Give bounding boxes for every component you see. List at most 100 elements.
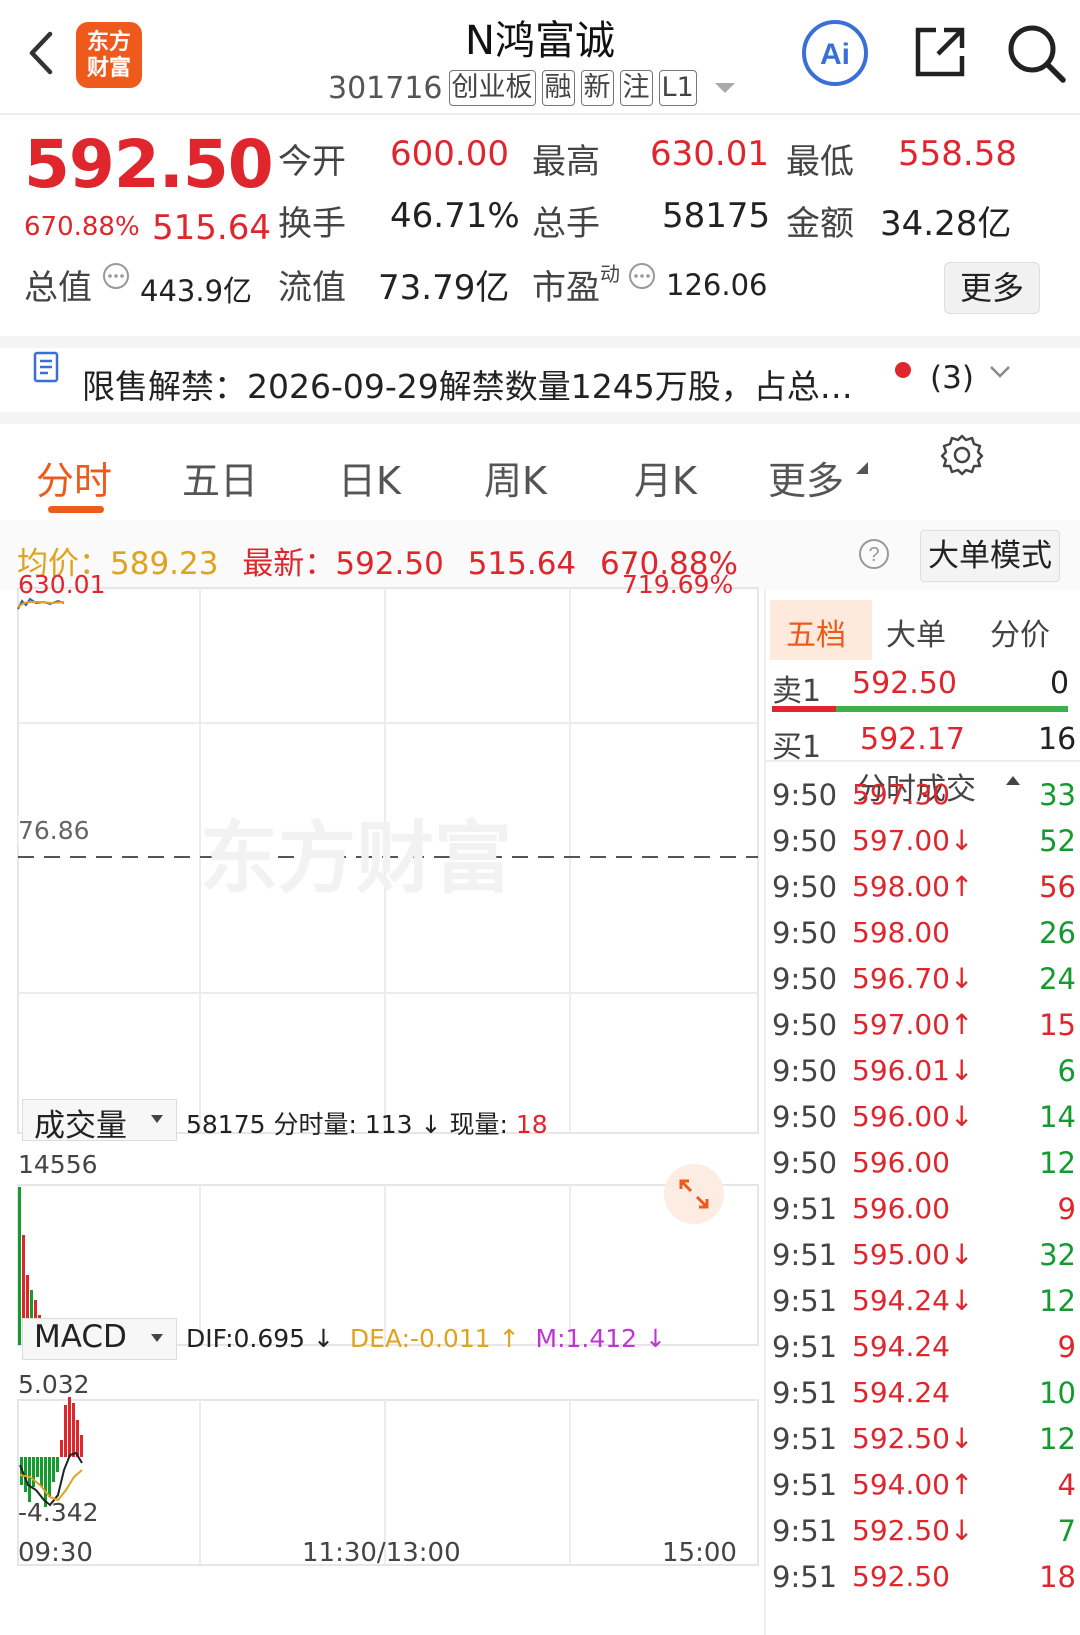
tick-price: 597.30	[852, 778, 950, 811]
active-tab-indicator	[48, 506, 104, 513]
tick-time: 9:51	[772, 1330, 838, 1364]
tick-price: 594.00↑	[852, 1468, 974, 1501]
low-label: 最低	[786, 142, 854, 182]
pe-dynamic-sup: 动	[600, 262, 620, 286]
chart-base-price: 76.86	[18, 816, 90, 845]
stock-subtitle: 301716 创业板 融 新 注 L1	[328, 70, 737, 106]
tick-price: 596.01↓	[852, 1054, 974, 1087]
tick-volume: 7	[1057, 1514, 1076, 1548]
tick-time: 9:50	[772, 916, 838, 950]
float-label: 流值	[278, 268, 346, 308]
float-value: 73.79亿	[378, 268, 510, 308]
tick-price: 594.24↓	[852, 1284, 974, 1317]
sell-ratio-bar	[772, 706, 836, 712]
volume-fs-label: 分时量:	[273, 1110, 357, 1139]
document-icon	[33, 351, 59, 383]
mcap-label: 总值	[24, 268, 92, 308]
tick-volume: 9	[1057, 1330, 1076, 1364]
info-dots-icon[interactable]	[628, 262, 656, 290]
tick-row: 9:50 598.00 26	[772, 916, 1078, 962]
tab-five-levels[interactable]: 五档	[786, 610, 846, 654]
chevron-down-icon[interactable]	[988, 364, 1012, 380]
macd-max: 5.032	[18, 1370, 90, 1399]
tag-board: 创业板	[448, 70, 536, 106]
tick-volume: 56	[1039, 870, 1076, 904]
share-icon[interactable]	[910, 22, 970, 82]
tick-price: 592.50↓	[852, 1514, 974, 1547]
tick-row: 9:51 592.50 18	[772, 1560, 1078, 1606]
tick-row: 9:50 597.30 33	[772, 778, 1078, 824]
avg-value: 589.23	[110, 546, 219, 582]
tick-time: 9:50	[772, 962, 838, 996]
tick-price: 596.00↓	[852, 1100, 974, 1133]
turnover-value: 46.71%	[390, 196, 520, 236]
tick-volume: 26	[1039, 916, 1076, 950]
tick-time: 9:50	[772, 1008, 838, 1042]
macd-m: M:1.412	[535, 1324, 638, 1353]
tick-row: 9:51 596.00 9	[772, 1192, 1078, 1238]
tab-daily-k[interactable]: 日K	[338, 450, 401, 505]
tick-price: 592.50	[852, 1560, 950, 1593]
corner-caret-icon	[856, 462, 868, 474]
time-end: 15:00	[662, 1538, 737, 1568]
gear-icon[interactable]	[940, 432, 984, 476]
last-price: 592.50	[24, 126, 274, 203]
tab-monthly-k[interactable]: 月K	[634, 450, 697, 505]
chart-top-price: 630.01	[18, 570, 106, 599]
latest-change: 515.64	[467, 546, 577, 582]
tag-new: 新	[580, 70, 614, 106]
time-start: 09:30	[18, 1538, 93, 1568]
macd-dif: DIF:0.695	[186, 1324, 306, 1353]
macd-label: MACD	[34, 1319, 127, 1355]
big-order-mode-button[interactable]: 大单模式	[920, 530, 1060, 582]
notice-text[interactable]: 限售解禁：2026-09-29解禁数量1245万股，占总…	[82, 360, 853, 408]
dropdown-caret-icon	[151, 1115, 163, 1123]
tab-big-orders[interactable]: 大单	[886, 610, 946, 654]
info-dots-icon[interactable]	[102, 262, 130, 290]
tick-price: 594.24	[852, 1330, 950, 1363]
tick-time: 9:50	[772, 824, 838, 858]
tick-row: 9:50 596.00 12	[772, 1146, 1078, 1192]
tick-volume: 6	[1057, 1054, 1076, 1088]
volume-now: 18	[515, 1110, 548, 1139]
tick-volume: 9	[1057, 1192, 1076, 1226]
panel-divider	[764, 590, 766, 1635]
ai-assistant-icon[interactable]: Ai	[800, 18, 870, 88]
tag-margin: 融	[541, 70, 575, 106]
tick-volume: 4	[1057, 1468, 1076, 1502]
tab-weekly-k[interactable]: 周K	[484, 450, 547, 505]
tick-volume: 14	[1039, 1100, 1076, 1134]
low-value: 558.58	[898, 134, 1017, 174]
tick-price: 596.00	[852, 1192, 950, 1225]
tab-price-distribution[interactable]: 分价	[990, 610, 1050, 654]
tab-five-day[interactable]: 五日	[182, 450, 258, 505]
tab-more[interactable]: 更多	[768, 450, 844, 505]
svg-text:Ai: Ai	[820, 38, 850, 71]
tab-intraday[interactable]: 分时	[36, 450, 112, 505]
more-quote-button[interactable]: 更多	[944, 262, 1040, 314]
tick-row: 9:50 597.00↑ 15	[772, 1008, 1078, 1054]
tick-volume: 12	[1039, 1146, 1076, 1180]
macd-values: DIF:0.695 ↓ DEA:-0.011 ↑ M:1.412 ↓	[186, 1324, 666, 1353]
tick-time: 9:50	[772, 1146, 838, 1180]
search-icon[interactable]	[1005, 22, 1067, 84]
dropdown-caret-icon	[151, 1334, 163, 1342]
tick-volume: 52	[1039, 824, 1076, 858]
tick-row: 9:51 592.50↓ 7	[772, 1514, 1078, 1560]
tick-row: 9:51 594.00↑ 4	[772, 1468, 1078, 1514]
tick-row: 9:51 592.50↓ 12	[772, 1422, 1078, 1468]
tick-time: 9:50	[772, 1100, 838, 1134]
tick-volume: 24	[1039, 962, 1076, 996]
dropdown-caret-icon[interactable]	[713, 81, 737, 95]
tick-time: 9:51	[772, 1468, 838, 1502]
buy-ratio-bar	[836, 706, 1068, 712]
tick-price: 592.50↓	[852, 1422, 974, 1455]
tick-volume: 12	[1039, 1422, 1076, 1456]
help-icon[interactable]: ?	[858, 538, 890, 570]
sell1-volume: 0	[1050, 666, 1070, 701]
change-percent: 670.88%	[24, 212, 140, 242]
volume-label: 成交量	[34, 1108, 127, 1144]
tick-row: 9:51 594.24 10	[772, 1376, 1078, 1422]
tick-row: 9:50 598.00↑ 56	[772, 870, 1078, 916]
tick-price: 596.70↓	[852, 962, 974, 995]
